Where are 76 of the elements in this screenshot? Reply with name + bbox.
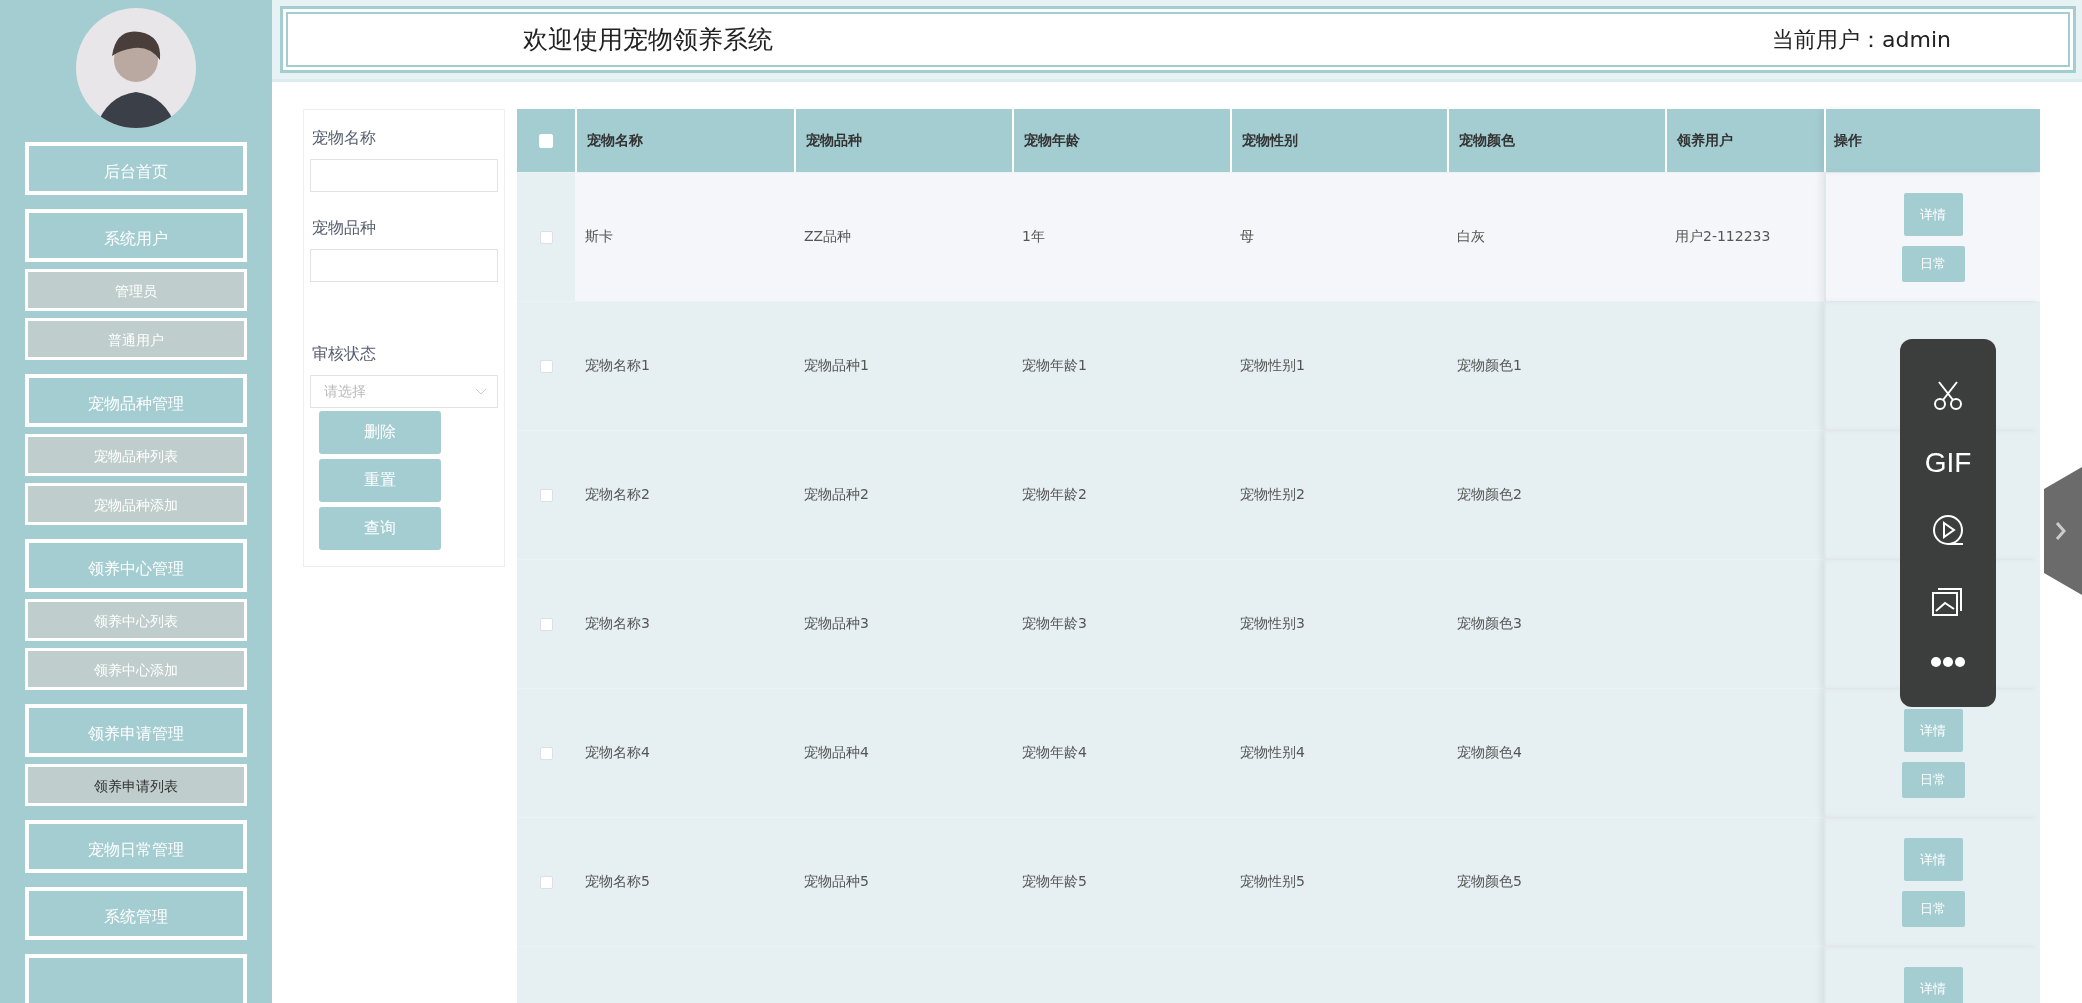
field-label: 宠物名称	[312, 128, 377, 149]
table-cell: 母	[1240, 228, 1254, 246]
action-button[interactable]: 详情	[1903, 709, 1963, 752]
gif-button[interactable]: GIF	[1924, 448, 1972, 477]
page-title: 欢迎使用宠物领养系统	[523, 24, 773, 56]
table-cell: 宠物名称3	[585, 615, 650, 633]
checkbox[interactable]	[539, 617, 553, 631]
checkbox[interactable]	[539, 230, 553, 244]
sidebar-item[interactable]: 宠物品种管理	[25, 374, 247, 427]
table-cell: 1年	[1022, 228, 1045, 246]
sidebar-item[interactable]: 管理员	[25, 269, 247, 311]
table-cell: 宠物颜色1	[1457, 357, 1522, 375]
table-cell: 宠物名称1	[585, 357, 650, 375]
checkbox[interactable]	[539, 359, 553, 373]
table-cell: 宠物品种5	[804, 873, 869, 891]
sidebar-item[interactable]: 系统用户	[25, 209, 247, 262]
select-field[interactable]: 请选择	[310, 375, 498, 408]
sidebar-item[interactable]: 宠物日常管理	[25, 820, 247, 873]
table-cell: 宠物名称4	[585, 744, 650, 762]
filter-button[interactable]: 删除	[319, 411, 441, 454]
field-label: 宠物品种	[312, 218, 377, 239]
table-cell: 宠物年龄3	[1022, 615, 1087, 633]
table-cell: 用户2-112233	[1675, 228, 1771, 246]
current-user: 当前用户：admin	[1772, 25, 1951, 54]
sidebar-item[interactable]: 领养申请列表	[25, 764, 247, 806]
sidebar-item[interactable]	[25, 954, 247, 1003]
sidebar-item[interactable]: 领养中心添加	[25, 648, 247, 690]
action-button[interactable]: 详情	[1903, 193, 1963, 236]
input-field[interactable]	[310, 249, 498, 282]
filter-button[interactable]: 查询	[319, 507, 441, 550]
table-cell: 宠物品种2	[804, 486, 869, 504]
table-cell: 宠物性别3	[1240, 615, 1305, 633]
sidebar-item[interactable]: 系统管理	[25, 887, 247, 940]
table-cell: 宠物颜色5	[1457, 873, 1522, 891]
checkbox[interactable]	[539, 488, 553, 502]
sidebar-item[interactable]: 后台首页	[25, 142, 247, 195]
input-field[interactable]	[310, 159, 498, 192]
table-cell: 宠物性别1	[1240, 357, 1305, 375]
column-header: 操作	[1833, 131, 1862, 150]
table-cell: 宠物名称2	[585, 486, 650, 504]
table-cell: 宠物颜色3	[1457, 615, 1522, 633]
sidebar-item[interactable]: 领养中心管理	[25, 539, 247, 592]
field-label: 审核状态	[312, 344, 377, 365]
checkbox[interactable]	[539, 746, 553, 760]
table-cell: 宠物品种1	[804, 357, 869, 375]
action-button[interactable]: 详情	[1903, 838, 1963, 881]
sidebar-item[interactable]: 普通用户	[25, 318, 247, 360]
table-cell: 斯卡	[585, 228, 613, 246]
table-cell: 宠物品种4	[804, 744, 869, 762]
sidebar-item[interactable]: 领养中心列表	[25, 599, 247, 641]
table-cell: 宠物年龄4	[1022, 744, 1087, 762]
chevron-right-icon[interactable]	[2044, 467, 2082, 595]
action-button[interactable]: 日常	[1901, 246, 1965, 282]
table-cell: 宠物性别2	[1240, 486, 1305, 504]
table-cell: ZZ品种	[804, 228, 852, 246]
table-cell: 宠物年龄1	[1022, 357, 1087, 375]
play-icon[interactable]	[1931, 513, 1965, 548]
table-cell: 白灰	[1457, 228, 1485, 246]
action-button[interactable]: 日常	[1901, 762, 1965, 798]
sidebar-item[interactable]: 领养申请管理	[25, 704, 247, 757]
table-cell: 宠物名称5	[585, 873, 650, 891]
table-cell: 宠物性别4	[1240, 744, 1305, 762]
table-cell: 宠物年龄2	[1022, 486, 1087, 504]
filter-button[interactable]: 重置	[319, 459, 441, 502]
chevron-down-icon	[475, 387, 487, 396]
table-cell: 宠物年龄5	[1022, 873, 1087, 891]
sidebar-item[interactable]: 宠物品种添加	[25, 483, 247, 525]
sidebar-item[interactable]: 宠物品种列表	[25, 434, 247, 476]
table-cell: 宠物性别5	[1240, 873, 1305, 891]
checkbox[interactable]	[539, 875, 553, 889]
table-cell: 宠物品种3	[804, 615, 869, 633]
action-button[interactable]: 详情	[1903, 967, 1963, 1003]
action-button[interactable]: 日常	[1901, 891, 1965, 927]
table-cell: 宠物颜色4	[1457, 744, 1522, 762]
more-icon[interactable]	[1931, 656, 1965, 669]
table-cell: 宠物颜色2	[1457, 486, 1522, 504]
